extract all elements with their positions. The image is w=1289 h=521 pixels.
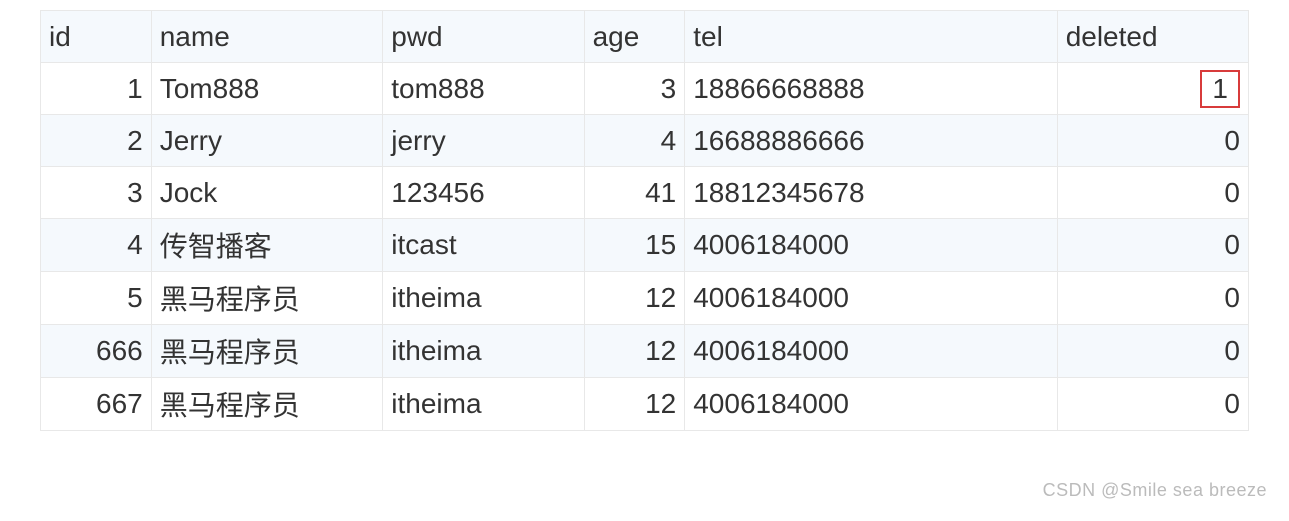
cell-deleted[interactable]: 0 (1057, 272, 1248, 325)
cell-pwd[interactable]: itheima (383, 272, 584, 325)
table-header-row: id name pwd age tel deleted (41, 11, 1249, 63)
table-row[interactable]: 3Jock12345641188123456780 (41, 167, 1249, 219)
cell-tel[interactable]: 4006184000 (685, 272, 1057, 325)
header-age[interactable]: age (584, 11, 685, 63)
header-deleted[interactable]: deleted (1057, 11, 1248, 63)
cell-name[interactable]: 黑马程序员 (151, 378, 383, 431)
header-pwd[interactable]: pwd (383, 11, 584, 63)
table-row[interactable]: 4传智播客itcast1540061840000 (41, 219, 1249, 272)
data-table[interactable]: id name pwd age tel deleted 1Tom888tom88… (40, 10, 1249, 431)
cell-name[interactable]: Jock (151, 167, 383, 219)
cell-tel[interactable]: 16688886666 (685, 115, 1057, 167)
cell-pwd[interactable]: itcast (383, 219, 584, 272)
cell-id[interactable]: 666 (41, 325, 152, 378)
cell-tel[interactable]: 18812345678 (685, 167, 1057, 219)
cell-deleted[interactable]: 1 (1057, 63, 1248, 115)
cell-tel[interactable]: 4006184000 (685, 219, 1057, 272)
cell-age[interactable]: 12 (584, 272, 685, 325)
header-name[interactable]: name (151, 11, 383, 63)
cell-id[interactable]: 3 (41, 167, 152, 219)
watermark-text: CSDN @Smile sea breeze (1043, 480, 1267, 501)
table-row[interactable]: 667黑马程序员itheima1240061840000 (41, 378, 1249, 431)
cell-pwd[interactable]: jerry (383, 115, 584, 167)
cell-name[interactable]: 黑马程序员 (151, 272, 383, 325)
cell-name[interactable]: Tom888 (151, 63, 383, 115)
table-row[interactable]: 666黑马程序员itheima1240061840000 (41, 325, 1249, 378)
cell-pwd[interactable]: 123456 (383, 167, 584, 219)
cell-age[interactable]: 12 (584, 378, 685, 431)
cell-name[interactable]: 传智播客 (151, 219, 383, 272)
cell-id[interactable]: 2 (41, 115, 152, 167)
cell-deleted[interactable]: 0 (1057, 378, 1248, 431)
cell-deleted[interactable]: 0 (1057, 325, 1248, 378)
cell-age[interactable]: 15 (584, 219, 685, 272)
table-body: 1Tom888tom88831886666888812Jerryjerry416… (41, 63, 1249, 431)
cell-pwd[interactable]: tom888 (383, 63, 584, 115)
header-tel[interactable]: tel (685, 11, 1057, 63)
cell-age[interactable]: 41 (584, 167, 685, 219)
cell-name[interactable]: 黑马程序员 (151, 325, 383, 378)
cell-id[interactable]: 667 (41, 378, 152, 431)
cell-deleted[interactable]: 0 (1057, 115, 1248, 167)
highlight-box: 1 (1200, 70, 1240, 108)
cell-id[interactable]: 5 (41, 272, 152, 325)
cell-name[interactable]: Jerry (151, 115, 383, 167)
cell-tel[interactable]: 18866668888 (685, 63, 1057, 115)
cell-age[interactable]: 4 (584, 115, 685, 167)
cell-id[interactable]: 4 (41, 219, 152, 272)
cell-pwd[interactable]: itheima (383, 325, 584, 378)
cell-tel[interactable]: 4006184000 (685, 325, 1057, 378)
table-row[interactable]: 1Tom888tom8883188666688881 (41, 63, 1249, 115)
table-row[interactable]: 5黑马程序员itheima1240061840000 (41, 272, 1249, 325)
header-id[interactable]: id (41, 11, 152, 63)
cell-deleted[interactable]: 0 (1057, 219, 1248, 272)
cell-tel[interactable]: 4006184000 (685, 378, 1057, 431)
cell-age[interactable]: 3 (584, 63, 685, 115)
cell-age[interactable]: 12 (584, 325, 685, 378)
cell-deleted[interactable]: 0 (1057, 167, 1248, 219)
cell-pwd[interactable]: itheima (383, 378, 584, 431)
cell-id[interactable]: 1 (41, 63, 152, 115)
table-row[interactable]: 2Jerryjerry4166888866660 (41, 115, 1249, 167)
